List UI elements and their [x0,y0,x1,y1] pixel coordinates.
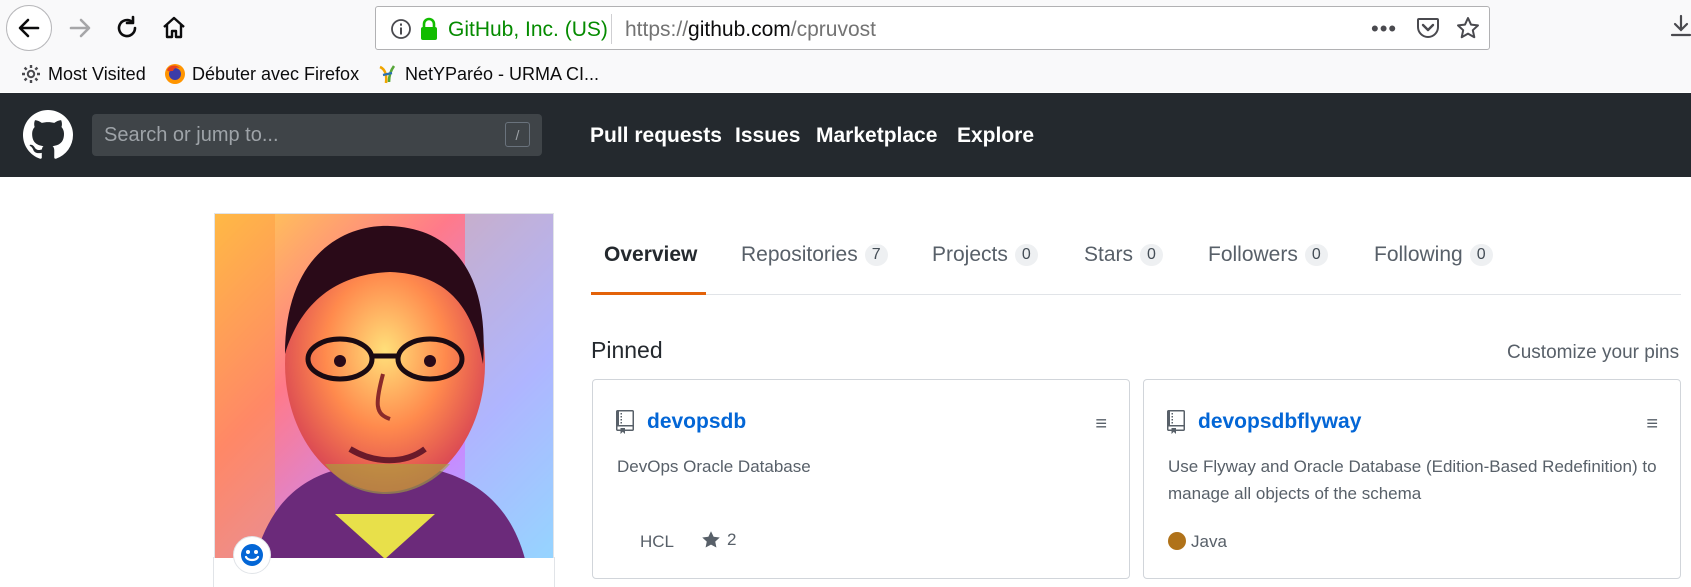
tab-label: Following [1374,243,1463,266]
back-button[interactable] [6,5,52,51]
language-color-dot [1168,532,1186,550]
url-scheme: https:// [625,18,689,41]
url-separator [611,14,612,44]
tab-label: Stars [1084,243,1134,266]
profile-tabs: Overview Repositories 7 Projects 0 Stars… [591,225,1681,295]
tab-count: 0 [1140,244,1163,266]
avatar[interactable] [214,213,554,558]
tab-projects[interactable]: Projects 0 [932,243,1038,267]
url-path: /cpruvost [790,18,876,41]
search-placeholder: Search or jump to... [104,124,279,146]
info-icon[interactable] [390,18,412,45]
set-status-button[interactable] [233,536,271,574]
tab-label: Repositories [741,243,858,266]
drag-grip-icon[interactable]: ≡ [1095,413,1107,436]
star-icon [702,531,720,548]
repo-icon [1166,410,1186,439]
home-icon [163,16,185,39]
download-icon[interactable] [1670,14,1691,43]
reload-button[interactable] [105,6,149,50]
repo-icon [615,410,635,439]
tab-following[interactable]: Following 0 [1374,243,1493,267]
bookmark-label: Débuter avec Firefox [192,63,360,84]
repo-description: Use Flyway and Oracle Database (Edition-… [1168,457,1657,503]
bookmark-debuter-firefox[interactable]: Débuter avec Firefox [164,60,359,88]
search-input[interactable]: Search or jump to... / [92,114,542,156]
lock-icon[interactable] [418,16,440,47]
repo-name-link[interactable]: devopsdb [647,410,746,434]
pocket-icon[interactable] [1416,17,1440,44]
customize-pins-link[interactable]: Customize your pins [1507,342,1679,364]
tab-label: Projects [932,243,1008,266]
repo-description: DevOps Oracle Database [617,457,811,476]
tab-count: 7 [864,244,888,266]
bookmark-label: NetYParéo - URMA CI... [405,63,600,84]
github-header: Search or jump to... / Pull requests Iss… [0,93,1691,177]
tab-count: 0 [1014,244,1038,266]
repo-language: HCL [640,532,675,551]
pinned-heading: Pinned [591,337,663,363]
nav-explore[interactable]: Explore [957,124,1034,148]
github-logo-icon[interactable] [23,110,73,165]
site-identity[interactable]: GitHub, Inc. (US) [448,18,608,42]
url-text[interactable]: https://github.com/cpruvost [625,18,876,42]
nav-marketplace[interactable]: Marketplace [816,124,937,148]
forward-button[interactable] [58,6,102,50]
firefox-icon [164,63,186,85]
avatar-image [215,214,553,558]
repo-name-link[interactable]: devopsdbflyway [1198,410,1361,434]
bookmark-star-icon[interactable] [1456,16,1480,45]
browser-toolbar: GitHub, Inc. (US) https://github.com/cpr… [0,0,1691,56]
search-shortcut-badge: / [505,122,530,147]
bookmark-netypareo[interactable]: NetYParéo - URMA CI... [377,60,599,88]
url-bar[interactable]: GitHub, Inc. (US) https://github.com/cpr… [375,6,1490,50]
tab-count: 0 [1469,244,1493,266]
home-button[interactable] [152,6,196,50]
active-tab-indicator [591,292,706,295]
tab-followers[interactable]: Followers 0 [1208,243,1328,267]
tab-stars[interactable]: Stars 0 [1084,243,1163,267]
reload-icon [117,15,137,38]
arrow-left-icon [18,18,40,38]
pinned-repo-card: devopsdbflyway ≡ Use Flyway and Oracle D… [1143,379,1681,579]
tab-repositories[interactable]: Repositories 7 [741,243,888,267]
bookmarks-toolbar: Most Visited Débuter avec Firefox NetYPa… [0,56,1691,92]
gear-icon [20,63,42,85]
tab-label: Followers [1208,243,1298,266]
pinned-repo-card: devopsdb ≡ DevOps Oracle Database HCL 2 [592,379,1130,579]
repo-language: Java [1191,532,1227,551]
arrow-right-icon [69,18,91,38]
repo-stars-link[interactable]: 2 [701,530,736,550]
page-actions-more-icon[interactable]: ••• [1371,16,1397,42]
nav-pull-requests[interactable]: Pull requests [590,124,722,148]
smiley-icon [241,544,263,566]
tab-overview[interactable]: Overview [604,243,697,267]
bookmark-most-visited[interactable]: Most Visited [20,60,146,88]
tab-count: 0 [1304,244,1328,266]
bookmark-label: Most Visited [48,63,146,84]
url-host: github.com [688,18,791,41]
repo-stars-count: 2 [727,530,737,549]
tab-label: Overview [604,243,698,266]
nav-issues[interactable]: Issues [735,124,800,148]
netypareo-icon [377,63,399,85]
drag-grip-icon[interactable]: ≡ [1646,413,1658,436]
